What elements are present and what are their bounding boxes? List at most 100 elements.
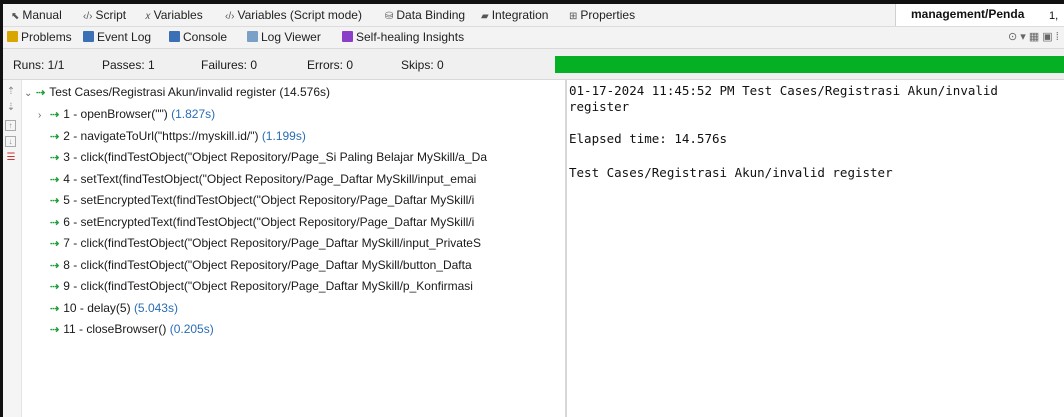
event-log-icon xyxy=(83,31,94,42)
tree-step-row[interactable]: ⇢ 2 - navigateToUrl("https://myskill.id/"… xyxy=(24,127,306,145)
tab-label: Manual xyxy=(22,8,62,22)
test-case-label: Test Cases/Registrasi Akun/invalid regis… xyxy=(49,85,276,99)
tree-step-row[interactable]: ⇢ 11 - closeBrowser() (0.205s) xyxy=(24,320,214,338)
tab-data-binding[interactable]: ⛁ Data Binding xyxy=(385,8,465,23)
tab-console[interactable]: Console xyxy=(169,30,227,45)
show-failures-only-icon[interactable]: ☰ xyxy=(5,152,17,164)
log-header-line: 01-17-2024 11:45:52 PM Test Cases/Regist… xyxy=(569,83,998,98)
view-tab-bar: Problems Event Log Console Log Viewer Se… xyxy=(3,27,1064,49)
tree-step-row[interactable]: ⇢ 8 - click(findTestObject("Object Reposi… xyxy=(24,256,472,274)
tab-label: Problems xyxy=(21,30,72,44)
variables-icon: 𝑥 xyxy=(145,11,151,22)
tree-step-row[interactable]: ⇢ 9 - click(findTestObject("Object Reposi… xyxy=(24,277,473,295)
passed-icon: ⇢ xyxy=(50,281,60,293)
skips-count: Skips: 0 xyxy=(401,58,444,72)
side-panel-title: management/Penda xyxy=(911,7,1025,21)
log-viewer-window: ⬉ Manual ‹/› Script 𝑥 Variables ‹/› Variable… xyxy=(0,0,1064,417)
console-icon xyxy=(169,31,180,42)
integration-icon: ▰ xyxy=(481,11,489,22)
tab-label: Variables (Script mode) xyxy=(237,8,362,22)
runs-count: Runs: 1/1 xyxy=(13,58,65,72)
tree-step-row[interactable]: ⇢ 7 - click(findTestObject("Object Reposi… xyxy=(24,234,481,252)
passed-icon: ⇢ xyxy=(50,238,60,250)
tab-label: Integration xyxy=(491,8,549,22)
tab-label: Variables xyxy=(153,8,203,22)
script-mode-icon: ‹/› xyxy=(225,11,235,22)
step-duration: (5.043s) xyxy=(133,300,178,315)
errors-count: Errors: 0 xyxy=(307,58,354,72)
passed-icon: ⇢ xyxy=(36,87,46,99)
step-label: 8 - click(findTestObject("Object Reposit… xyxy=(63,257,472,272)
tree-root-row[interactable]: ⌄ ⇢ Test Cases/Registrasi Akun/invalid reg… xyxy=(24,83,330,101)
editor-tab-bar: ⬉ Manual ‹/› Script 𝑥 Variables ‹/› Variable… xyxy=(3,4,1064,27)
chevron-right-icon[interactable]: › xyxy=(38,107,50,125)
passed-icon: ⇢ xyxy=(50,109,60,121)
manual-icon: ⬉ xyxy=(11,11,20,22)
step-duration: (1.199s) xyxy=(261,128,306,143)
self-healing-icon xyxy=(342,31,353,42)
tab-event-log[interactable]: Event Log xyxy=(83,30,151,45)
step-label: 9 - click(findTestObject("Object Reposit… xyxy=(63,279,473,293)
log-detail-pane: 01-17-2024 11:45:52 PM Test Cases/Regist… xyxy=(567,80,1064,417)
elapsed-time: Elapsed time: 14.576s xyxy=(569,131,728,146)
tab-label: Properties xyxy=(580,8,636,22)
tab-label: Event Log xyxy=(97,30,152,44)
passes-count: Passes: 1 xyxy=(102,58,155,72)
tab-properties[interactable]: ⊞ Properties xyxy=(569,8,635,23)
step-label: 5 - setEncryptedText(findTestObject("Obj… xyxy=(63,193,475,207)
tab-label: Script xyxy=(95,8,127,22)
test-case-duration: (14.576s) xyxy=(279,85,331,99)
step-duration: (0.205s) xyxy=(169,322,214,336)
view-menu-toolbar[interactable]: ⊙ ▾ ▦ ▣ ⁞ xyxy=(1008,30,1059,45)
problems-icon xyxy=(7,31,18,42)
tab-variables-script-mode[interactable]: ‹/› Variables (Script mode) xyxy=(225,8,362,23)
step-label: 7 - click(findTestObject("Object Reposit… xyxy=(63,236,481,250)
step-label: 6 - setEncryptedText(findTestObject("Obj… xyxy=(63,214,475,229)
log-viewer-icon xyxy=(247,31,258,42)
tab-manual[interactable]: ⬉ Manual xyxy=(11,8,62,23)
test-step-tree: ⌄ ⇢ Test Cases/Registrasi Akun/invalid reg… xyxy=(22,80,565,417)
collapse-all-icon[interactable]: ⇣ xyxy=(5,102,17,114)
tab-variables[interactable]: 𝑥 Variables xyxy=(145,8,203,23)
test-run-summary: Runs: 1/1 Passes: 1 Failures: 0 Errors: … xyxy=(3,49,1064,80)
tab-self-healing-insights[interactable]: Self-healing Insights xyxy=(342,30,464,45)
passed-icon: ⇢ xyxy=(50,152,60,164)
step-label: 10 - delay(5) xyxy=(63,300,131,315)
log-result-line: Test Cases/Registrasi Akun/invalid regis… xyxy=(569,165,893,180)
run-progress-bar xyxy=(555,56,1064,73)
side-panel-tail: 1, xyxy=(1049,10,1059,22)
tree-step-row[interactable]: ⇢ 10 - delay(5) (5.043s) xyxy=(24,299,178,317)
step-label: 11 - closeBrowser() xyxy=(63,322,167,336)
passed-icon: ⇢ xyxy=(50,324,60,336)
log-header-line-continued: register xyxy=(569,99,630,114)
tab-label: Self-healing Insights xyxy=(356,30,465,44)
passed-icon: ⇢ xyxy=(50,173,60,186)
passed-icon: ⇢ xyxy=(50,130,60,143)
passed-icon: ⇢ xyxy=(50,195,60,207)
step-duration: (1.827s) xyxy=(171,107,216,121)
tab-log-viewer[interactable]: Log Viewer xyxy=(247,30,321,45)
tab-label: Data Binding xyxy=(396,8,466,22)
side-panel-header: management/Penda 1, xyxy=(895,4,1064,26)
previous-failure-icon[interactable]: ↑ xyxy=(5,120,16,131)
tree-step-row[interactable]: ⇢ 6 - setEncryptedText(findTestObject("Ob… xyxy=(24,213,474,231)
tab-label: Log Viewer xyxy=(261,30,321,44)
tab-label: Console xyxy=(183,30,228,44)
tree-step-row[interactable]: › ⇢ 1 - openBrowser("") (1.827s) xyxy=(24,105,215,123)
tree-step-row[interactable]: ⇢ 5 - setEncryptedText(findTestObject("Ob… xyxy=(24,191,474,209)
next-failure-icon[interactable]: ↓ xyxy=(5,136,16,147)
passed-icon: ⇢ xyxy=(50,259,60,272)
tab-integration[interactable]: ▰ Integration xyxy=(481,8,548,23)
tree-step-row[interactable]: ⇢ 4 - setText(findTestObject("Object Repo… xyxy=(24,170,476,188)
script-icon: ‹/› xyxy=(83,11,93,22)
tree-step-row[interactable]: ⇢ 3 - click(findTestObject("Object Reposi… xyxy=(24,148,487,166)
chevron-down-icon[interactable]: ⌄ xyxy=(24,85,36,103)
tab-problems[interactable]: Problems xyxy=(7,30,72,45)
properties-icon: ⊞ xyxy=(569,11,578,22)
passed-icon: ⇢ xyxy=(50,216,60,229)
database-icon: ⛁ xyxy=(385,11,394,22)
tab-script[interactable]: ‹/› Script xyxy=(83,8,126,23)
expand-all-icon[interactable]: ⇡ xyxy=(5,86,17,98)
step-label: 2 - navigateToUrl("https://myskill.id/") xyxy=(63,128,259,143)
step-label: 1 - openBrowser("") xyxy=(63,107,168,121)
